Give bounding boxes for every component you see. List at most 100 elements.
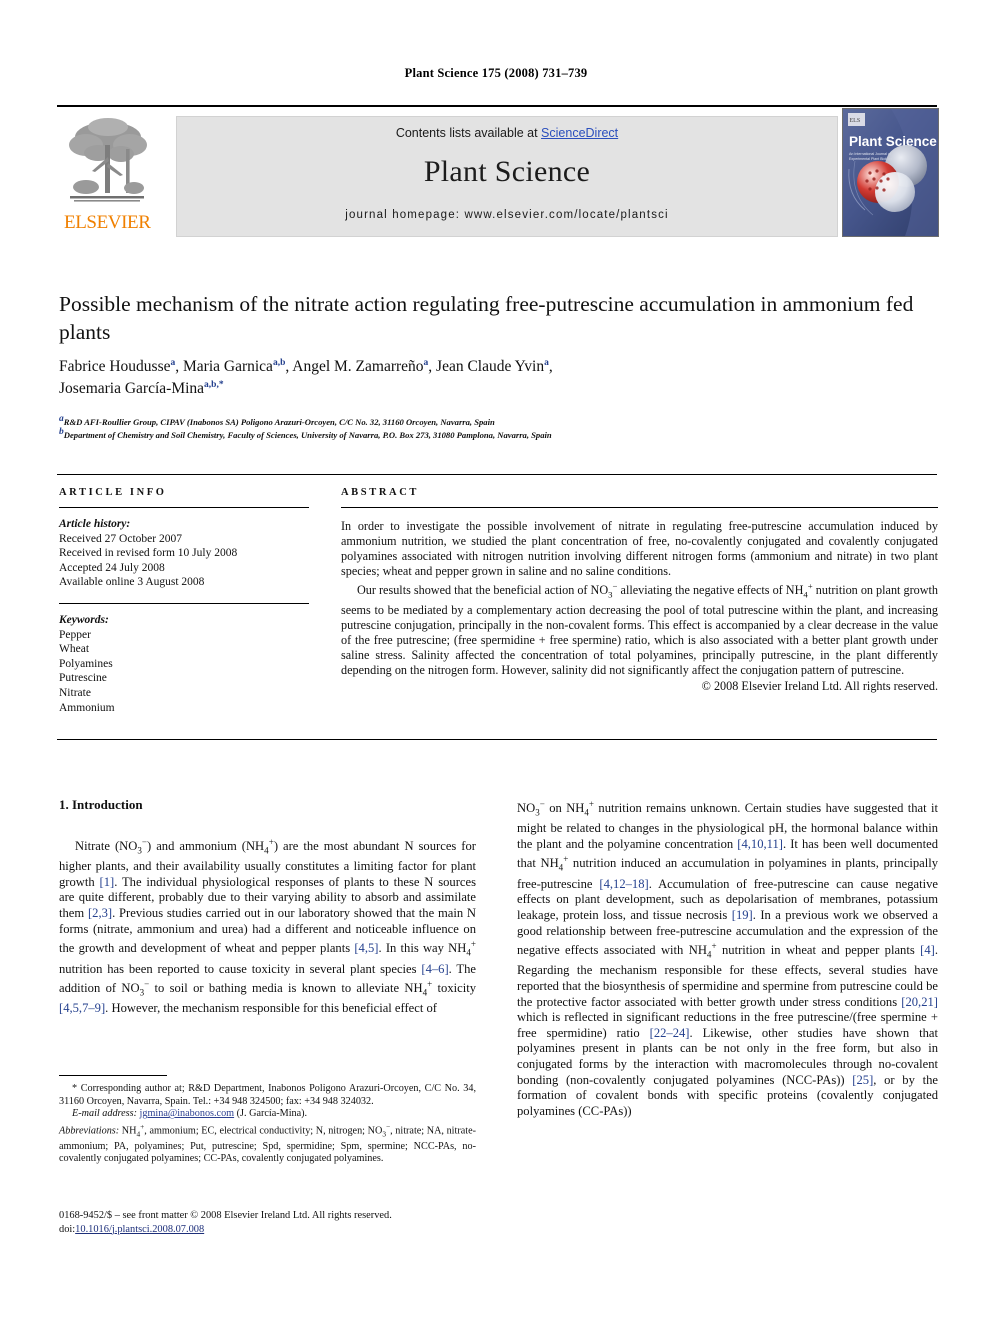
history-item: Received 27 October 2007 [59, 532, 182, 545]
email-link[interactable]: jgmina@inabonos.com [140, 1108, 235, 1119]
body-text-part: . However, the mechanism responsible for… [105, 1001, 437, 1016]
history-item: Received in revised form 10 July 2008 [59, 547, 238, 560]
journal-title: Plant Science [423, 155, 591, 188]
article-title: Possible mechanism of the nitrate action… [59, 292, 914, 344]
abstract-text-part: alleviating the negative effects of NH [617, 583, 804, 598]
article-info-rule [59, 507, 309, 508]
body-text-part: ) and ammonium (NH [147, 839, 265, 854]
keyword-list: Keywords: Pepper Wheat Polyamines Putres… [59, 613, 309, 715]
author-affiliation-mark: a [170, 357, 176, 368]
abstract-body: In order to investigate the possible inv… [341, 519, 938, 695]
article-page: Plant Science 175 (2008) 731–739 ELSEVIE… [0, 0, 992, 1323]
journal-masthead: ELSEVIER Contents lists available at Sci… [57, 105, 939, 237]
author-affiliation-mark: a [544, 357, 549, 368]
keyword-item: Pepper [59, 628, 91, 641]
citation-ref[interactable]: [4] [920, 943, 935, 957]
keyword-item: Ammonium [59, 701, 115, 714]
journal-homepage-line[interactable]: journal homepage: www.elsevier.com/locat… [177, 209, 837, 221]
article-history: Article history: Received 27 October 200… [59, 517, 309, 590]
contents-prefix: Contents lists available at [395, 126, 542, 140]
journal-cover-artwork: ELS Plant Science An International Journ… [843, 109, 938, 236]
citation-ref[interactable]: [19] [732, 908, 753, 922]
citation-ref[interactable]: [4,12–18] [599, 877, 648, 891]
citation-ref[interactable]: [1] [100, 875, 115, 889]
affiliation-item: bDepartment of Chemistry and Soil Chemis… [59, 427, 939, 442]
citation-ref[interactable]: [25] [852, 1073, 873, 1087]
doi-link[interactable]: 10.1016/j.plantsci.2008.07.008 [75, 1224, 204, 1235]
article-info-label: ARTICLE INFO [59, 487, 167, 498]
email-note: E-mail address: jgmina@inabonos.com (J. … [59, 1108, 476, 1121]
affiliation-text: Department of Chemistry and Soil Chemist… [63, 429, 552, 440]
abstract-paragraph: In order to investigate the possible inv… [341, 519, 938, 579]
keywords-separator-rule [59, 602, 309, 604]
body-column-left: 1. Introduction Nitrate (NO3−) and ammon… [59, 797, 476, 1017]
contents-banner: Contents lists available at ScienceDirec… [176, 116, 838, 237]
author-affiliation-mark: a,b [272, 357, 286, 368]
abstract-label: ABSTRACT [341, 487, 419, 498]
citation-ref[interactable]: [2,3] [88, 906, 112, 920]
body-text-part: on NH [544, 801, 585, 816]
abstract-copyright: © 2008 Elsevier Ireland Ltd. All rights … [701, 679, 938, 694]
citation-ref[interactable]: [4,10,11] [737, 837, 783, 851]
citation-ref[interactable]: [20,21] [901, 995, 938, 1009]
abbrev-text-part: , ammonium; EC, electrical conductivity;… [144, 1125, 383, 1137]
body-text-part: toxicity [432, 981, 476, 996]
article-info-panel: ARTICLE INFO Article history: Received 2… [59, 487, 309, 715]
info-band-bottom-rule [57, 739, 937, 740]
affiliation-item: aR&D AFI-Roullier Group, CIPAV (Inabonos… [59, 414, 939, 429]
history-item: Available online 3 August 2008 [59, 576, 205, 589]
introduction-paragraph: Nitrate (NO3−) and ammonium (NH4+) are t… [59, 837, 476, 1016]
body-text-part: . In this way NH [378, 941, 467, 956]
masthead-top-rule [57, 105, 937, 107]
body-text-part: Nitrate (NO [75, 839, 138, 854]
imprint-block: 0168-9452/$ – see front matter © 2008 El… [59, 1209, 559, 1236]
keyword-item: Wheat [59, 643, 90, 656]
body-text-part: to soil or bathing media is known to all… [149, 981, 423, 996]
author-name: Josemaria García-Mina [59, 380, 205, 397]
footnote-block: * Corresponding author at; R&D Departmen… [59, 1075, 476, 1166]
keyword-item: Nitrate [59, 686, 91, 699]
sciencedirect-link[interactable]: ScienceDirect [541, 126, 618, 140]
info-band-top-rule [57, 474, 937, 475]
body-column-right: NO3− on NH4+ nutrition remains unknown. … [517, 797, 938, 1119]
contents-available-line: Contents lists available at ScienceDirec… [177, 126, 837, 140]
author-list: Fabrice Houdussea, Maria Garnicaa,b, Ang… [59, 357, 553, 397]
svg-text:An International Journal of: An International Journal of [849, 152, 891, 156]
abbreviations-note: Abbreviations: NH4+, ammonium; EC, elect… [59, 1121, 476, 1165]
keywords-heading: Keywords: [59, 613, 109, 626]
body-text-part: nutrition has been reported to cause tox… [59, 961, 422, 976]
keyword-item: Putrescine [59, 672, 107, 685]
author-affiliation-mark: a [423, 357, 429, 368]
doi-label: doi: [59, 1223, 76, 1235]
citation-ref[interactable]: [4,5,7–9] [59, 1001, 105, 1015]
history-item: Accepted 24 July 2008 [59, 561, 165, 574]
running-head: Plant Science 175 (2008) 731–739 [404, 66, 588, 80]
elsevier-wordmark: ELSEVIER [64, 212, 151, 233]
author-name: Angel M. Zamarreño [292, 358, 424, 375]
elsevier-tree-icon [69, 118, 147, 202]
citation-ref[interactable]: [4–6] [421, 962, 448, 976]
author-name: Jean Claude Yvin [436, 358, 545, 375]
citation-ref[interactable]: [4,5] [354, 941, 378, 955]
affiliation-text: R&D AFI-Roullier Group, CIPAV (Inabonos … [63, 417, 495, 427]
abstract-paragraph: Our results showed that the beneficial a… [341, 581, 939, 678]
body-text-part: NO [517, 801, 536, 816]
body-text-part: nutrition in wheat and pepper plants [716, 943, 921, 958]
abstract-text-part: Our results showed that the beneficial a… [357, 583, 609, 598]
author-name: Maria Garnica [183, 358, 273, 375]
journal-cover-thumbnail: ELS Plant Science An International Journ… [842, 108, 939, 237]
abstract-rule [341, 507, 938, 508]
email-label: E-mail address: [72, 1108, 137, 1120]
abstract-panel: ABSTRACT In order to investigate the pos… [341, 487, 938, 695]
article-history-heading: Article history: [59, 518, 131, 530]
email-owner: (J. García-Mina). [236, 1108, 308, 1120]
citation-ref[interactable]: [22–24] [650, 1026, 690, 1040]
author-name: Fabrice Houdusse [59, 358, 171, 375]
corresponding-author-mark[interactable]: a,b,* [204, 380, 224, 390]
svg-text:ELS: ELS [850, 118, 861, 124]
issn-copyright-line: 0168-9452/$ – see front matter © 2008 El… [59, 1210, 392, 1221]
keyword-item: Polyamines [59, 657, 113, 670]
abbrev-text-part: NH [119, 1125, 137, 1137]
abbreviations-label: Abbreviations: [59, 1125, 120, 1137]
cover-title-text: Plant Science [849, 134, 937, 149]
